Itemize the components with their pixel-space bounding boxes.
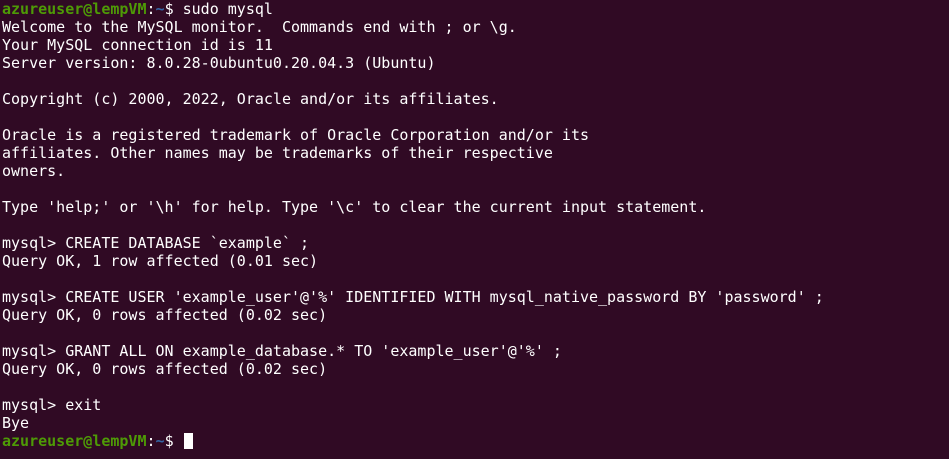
prompt-line[interactable]: azureuser@lempVM:~$ — [2, 432, 949, 450]
prompt-separator: : — [146, 432, 156, 450]
output-line: owners. — [2, 162, 66, 180]
mysql-command-line: mysql> exit — [2, 396, 102, 414]
output-line: Welcome to the MySQL monitor. Commands e… — [2, 18, 517, 36]
prompt-symbol: $ — [164, 0, 174, 18]
mysql-command-line: mysql> CREATE USER 'example_user'@'%' ID… — [2, 288, 824, 306]
query-result-line: Query OK, 1 row affected (0.01 sec) — [2, 252, 319, 270]
output-line: Bye — [2, 414, 30, 432]
output-line: Copyright (c) 2000, 2022, Oracle and/or … — [2, 90, 499, 108]
prompt-separator: : — [146, 0, 156, 18]
mysql-command-line: mysql> GRANT ALL ON example_database.* T… — [2, 342, 562, 360]
prompt-path: ~ — [155, 432, 165, 450]
prompt-line: azureuser@lempVM:~$ sudo mysql — [2, 0, 949, 18]
command-text: sudo mysql — [182, 0, 273, 18]
output-line: Type 'help;' or '\h' for help. Type '\c'… — [2, 198, 707, 216]
terminal-window[interactable]: azureuser@lempVM:~$ sudo mysql Welcome t… — [0, 0, 949, 459]
text-cursor[interactable] — [183, 433, 193, 449]
output-line: affiliates. Other names may be trademark… — [2, 144, 553, 162]
output-line: Your MySQL connection id is 11 — [2, 36, 273, 54]
prompt-user-host: azureuser@lempVM — [2, 432, 147, 450]
mysql-command-line: mysql> CREATE DATABASE `example` ; — [2, 234, 310, 252]
prompt-user-host: azureuser@lempVM — [2, 0, 147, 18]
prompt-path: ~ — [155, 0, 165, 18]
output-line: Server version: 8.0.28-0ubuntu0.20.04.3 … — [2, 54, 436, 72]
query-result-line: Query OK, 0 rows affected (0.02 sec) — [2, 306, 328, 324]
query-result-line: Query OK, 0 rows affected (0.02 sec) — [2, 360, 328, 378]
prompt-symbol: $ — [164, 432, 174, 450]
output-line: Oracle is a registered trademark of Orac… — [2, 126, 589, 144]
